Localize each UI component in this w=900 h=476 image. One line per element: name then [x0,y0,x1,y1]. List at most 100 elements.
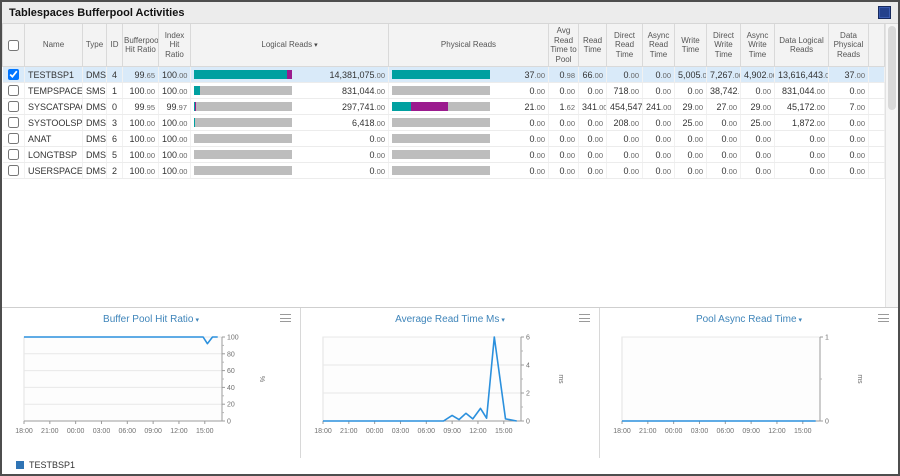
direct-write-time-cell: 38,742.00 [707,83,741,99]
chart-menu-icon[interactable] [878,313,889,323]
chart-title-dropdown[interactable]: Average Read Time Ms▾ [395,314,505,325]
column-header-direct-write-time[interactable]: Direct Write Time [707,24,741,67]
bar-segment [392,70,490,79]
column-header-logical-reads[interactable]: Logical Reads▾ [191,24,389,67]
id-cell: 3 [107,115,123,131]
index-hit-ratio-cell: 100.00 [159,83,191,99]
name-cell: TEMPSPACE1 [25,83,83,99]
row-select-checkbox[interactable] [8,85,19,96]
write-time-cell: 0.00 [675,163,707,179]
row-select-checkbox[interactable] [8,133,19,144]
svg-text:06:00: 06:00 [119,428,137,435]
column-header-async-write-time[interactable]: Async Write Time [741,24,775,67]
panel-menu-icon[interactable] [878,6,891,19]
chart-menu-icon[interactable] [280,313,291,323]
column-header-data-physical-reads[interactable]: Data Physical Reads [829,24,869,67]
select-all-checkbox[interactable] [8,40,19,51]
table-row[interactable]: TESTBSP1DMS499.65100.0014,381,075.0037.0… [3,67,885,83]
table-row[interactable]: USERSPACE1DMS2100.00100.000.000.000.000.… [3,163,885,179]
bar-segment [195,102,196,111]
index-hit-ratio-cell: 99.97 [159,99,191,115]
tablespaces-bufferpool-panel: Tablespaces Bufferpool Activities NameTy… [0,0,900,476]
column-header-write-time[interactable]: Write Time [675,24,707,67]
row-select-checkbox[interactable] [8,165,19,176]
column-header-physical-reads[interactable]: Physical Reads [389,24,549,67]
type-cell: DMS [83,115,107,131]
read-time-cell: 0.00 [579,147,607,163]
chart-title-dropdown[interactable]: Buffer Pool Hit Ratio▾ [103,314,199,325]
data-logical-reads-cell: 0.00 [775,147,829,163]
tablespaces-table: NameTypeIDBufferpool Hit RatioIndex Hit … [2,24,898,308]
index-hit-ratio-cell: 100.00 [159,115,191,131]
type-cell: DMS [83,147,107,163]
direct-read-time-cell: 0.00 [607,131,643,147]
row-filler [869,147,885,163]
row-filler [869,115,885,131]
svg-text:21:00: 21:00 [340,428,358,435]
physical-reads-bar [392,86,490,95]
svg-text:60: 60 [227,368,235,375]
row-select-checkbox[interactable] [8,101,19,112]
row-select-checkbox[interactable] [8,117,19,128]
logical-reads-value: 6,418.00 [297,118,385,128]
chevron-down-icon: ▾ [799,317,803,324]
column-header-read-time[interactable]: Read Time [579,24,607,67]
chevron-down-icon: ▾ [501,317,505,324]
name-cell: LONGTBSP [25,147,83,163]
physical-reads-bar [392,150,490,159]
table-vertical-scrollbar[interactable] [885,24,898,307]
y-axis-unit-label: % [258,376,265,382]
avg-read-time-to-pool-cell: 0.00 [549,147,579,163]
table-row[interactable]: SYSTOOLSPACEDMS3100.00100.006,418.000.00… [3,115,885,131]
svg-text:0: 0 [526,419,530,426]
header-filler [869,24,885,67]
column-header-type[interactable]: Type [83,24,107,67]
column-header-data-logical-reads[interactable]: Data Logical Reads [775,24,829,67]
logical-reads-cell: 0.00 [191,147,389,163]
logical-reads-bar [194,150,292,159]
column-header-direct-read-time[interactable]: Direct Read Time [607,24,643,67]
chart-title-dropdown[interactable]: Pool Async Read Time▾ [696,314,802,325]
table-row[interactable]: ANATDMS6100.00100.000.000.000.000.000.00… [3,131,885,147]
row-select-checkbox[interactable] [8,69,19,80]
async-write-time-cell: 25.00 [741,115,775,131]
table-row[interactable]: TEMPSPACE1SMS1100.00100.00831,044.000.00… [3,83,885,99]
column-header-async-read-time[interactable]: Async Read Time [643,24,675,67]
avg-read-time-to-pool-cell: 0.00 [549,83,579,99]
table-row[interactable]: LONGTBSPDMS5100.00100.000.000.000.000.00… [3,147,885,163]
id-cell: 6 [107,131,123,147]
type-cell: DMS [83,99,107,115]
data-logical-reads-cell: 831,044.00 [775,83,829,99]
row-filler [869,99,885,115]
column-header-avg-read-time-to-pool[interactable]: Avg Read Time to Pool [549,24,579,67]
async-write-time-cell: 0.00 [741,131,775,147]
svg-text:00:00: 00:00 [366,428,384,435]
chart-header: Average Read Time Ms▾ [301,311,599,327]
logical-reads-bar [194,134,292,143]
svg-text:20: 20 [227,402,235,409]
name-cell: ANAT [25,131,83,147]
id-cell: 2 [107,163,123,179]
logical-reads-cell: 831,044.00 [191,83,389,99]
logical-reads-cell: 6,418.00 [191,115,389,131]
async-read-time-cell: 0.00 [643,67,675,83]
direct-read-time-cell: 454,547.00 [607,99,643,115]
chart-menu-icon[interactable] [579,313,590,323]
column-header-bufferpool-hit-ratio[interactable]: Bufferpool Hit Ratio [123,24,159,67]
svg-text:21:00: 21:00 [41,428,59,435]
chart-panel-buffer-pool-hit-ratio: Buffer Pool Hit Ratio▾02040608010018:002… [2,308,301,458]
write-time-cell: 0.00 [675,131,707,147]
row-select-checkbox[interactable] [8,149,19,160]
async-write-time-cell: 29.00 [741,99,775,115]
column-header-id[interactable]: ID [107,24,123,67]
id-cell: 4 [107,67,123,83]
svg-text:4: 4 [526,363,530,370]
physical-reads-cell: 37.00 [389,67,549,83]
column-header-index-hit-ratio[interactable]: Index Hit Ratio [159,24,191,67]
table-row[interactable]: SYSCATSPACEDMS099.9599.97297,741.0021.00… [3,99,885,115]
scrollbar-thumb[interactable] [888,26,896,110]
legend-color-swatch [16,461,24,469]
data-physical-reads-cell: 0.00 [829,115,869,131]
svg-text:0: 0 [227,419,231,426]
column-header-name[interactable]: Name [25,24,83,67]
